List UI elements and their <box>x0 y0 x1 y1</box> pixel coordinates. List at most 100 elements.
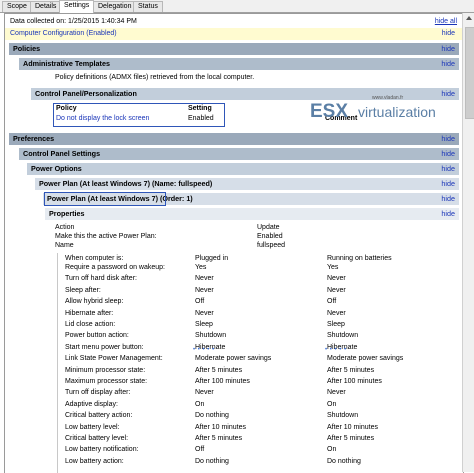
plugged-in-value: After 5 minutes <box>195 435 243 442</box>
policy-definitions-text: Policy definitions (ADMX files) retrieve… <box>55 74 255 81</box>
battery-value: Moderate power savings <box>327 355 404 363</box>
setting-label: Lid close action: <box>65 321 116 328</box>
preferences-hide-link[interactable]: hide <box>441 133 455 145</box>
plugged-in-value: Do nothing <box>195 412 229 420</box>
power-plan-order-highlight <box>44 192 166 206</box>
setting-label: Hibernate after: <box>65 309 114 317</box>
tab-details[interactable]: Details <box>30 1 62 12</box>
setting-label: Link State Power Management: <box>65 355 163 363</box>
lock-screen-policy-link[interactable]: Do not display the lock screen <box>56 115 149 122</box>
computer-config-title: Computer Configuration (Enabled) <box>10 30 117 37</box>
esx-virtualization-watermark: www.vladan.fr ESX virtualization <box>310 95 463 131</box>
power-plan-name-hide-link[interactable]: hide <box>441 178 455 190</box>
battery-value: Shutdown <box>327 412 359 420</box>
battery-value: Never <box>327 309 346 317</box>
plugged-in-value: Never <box>195 309 214 317</box>
setting-label: Allow hybrid sleep: <box>65 298 124 306</box>
power-options-header: Power Options hide <box>27 163 459 175</box>
power-options-title: Power Options <box>31 164 82 173</box>
settings-header-battery: Running on batteries <box>327 255 392 262</box>
policies-title: Policies <box>13 44 41 53</box>
policies-header: Policies hide <box>9 43 459 55</box>
tab-settings[interactable]: Settings <box>59 0 95 13</box>
battery-value: After 5 minutes <box>327 366 375 374</box>
battery-value: Never <box>327 286 346 294</box>
setting-label: Low battery notification: <box>65 446 139 454</box>
plugged-in-value: Shutdown <box>195 332 227 340</box>
setting-label: Adaptive display: <box>65 400 118 408</box>
setting-label: Critical battery action: <box>65 412 133 420</box>
watermark-virtualization: virtualization <box>358 104 436 120</box>
tab-status[interactable]: Status <box>133 1 163 12</box>
tab-bar: Scope Details Settings Delegation Status <box>0 0 474 13</box>
admin-templates-header: Administrative Templates hide <box>19 58 459 70</box>
battery-value: Yes <box>327 264 339 271</box>
power-plan-name-header: Power Plan (At least Windows 7) (Name: f… <box>35 178 459 190</box>
setting-label: Sleep after: <box>65 286 101 294</box>
prop-action-value: Update <box>257 224 280 231</box>
battery-value: After 5 minutes <box>327 435 375 442</box>
data-collected-text: Data collected on: 1/25/2015 1:40:34 PM <box>10 18 137 25</box>
cp-settings-hide-link[interactable]: hide <box>441 148 455 160</box>
battery-value: Do nothing <box>327 457 361 465</box>
power-plan-order-hide-link[interactable]: hide <box>441 193 455 205</box>
power-plan-name-title: Power Plan (At least Windows 7) (Name: f… <box>39 179 213 188</box>
vertical-scrollbar[interactable] <box>462 13 474 472</box>
plugged-in-value: After 5 minutes <box>195 366 243 374</box>
setting-label: Minimum processor state: <box>65 366 146 374</box>
battery-dots: • • • • • <box>325 347 347 353</box>
plugged-in-value: Sleep <box>195 321 213 328</box>
plugged-in-value: Moderate power savings <box>195 355 272 363</box>
plugged-in-value: After 100 minutes <box>195 378 250 385</box>
watermark-esx: ESX <box>310 101 349 122</box>
properties-header: Properties hide <box>45 208 459 220</box>
hide-all-link[interactable]: hide all <box>435 18 457 25</box>
battery-value: Never <box>327 275 346 283</box>
battery-value: After 10 minutes <box>327 423 378 431</box>
plugged-in-value: Off <box>195 446 205 454</box>
scroll-up-arrow-icon[interactable] <box>466 16 472 20</box>
setting-label: Maximum processor state: <box>65 378 148 385</box>
battery-value: Never <box>327 389 346 397</box>
prop-active-plan-value: Enabled <box>257 233 283 240</box>
battery-value: After 100 minutes <box>327 378 382 385</box>
setting-label: Start menu power button: <box>65 343 144 351</box>
plugged-in-value: On <box>195 400 205 408</box>
plugged-in-value: Never <box>195 389 214 397</box>
tab-scope[interactable]: Scope <box>2 1 32 12</box>
cp-settings-title: Control Panel Settings <box>23 149 101 158</box>
battery-value: On <box>327 400 337 408</box>
battery-value: On <box>327 446 337 454</box>
setting-column-header: Setting <box>188 105 212 112</box>
properties-hide-link[interactable]: hide <box>441 208 455 220</box>
setting-label: Low battery action: <box>65 457 124 465</box>
admin-templates-hide-link[interactable]: hide <box>441 58 455 70</box>
preferences-title: Preferences <box>13 134 55 143</box>
prop-name-value: fullspeed <box>257 242 286 249</box>
properties-title: Properties <box>49 209 85 218</box>
report-pane: Data collected on: 1/25/2015 1:40:34 PM … <box>4 13 464 473</box>
watermark-url: www.vladan.fr <box>372 95 404 101</box>
prop-name-label: Name <box>55 242 74 249</box>
admin-templates-title: Administrative Templates <box>23 59 110 68</box>
plugged-in-value: Do nothing <box>195 457 229 465</box>
lock-screen-policy-setting: Enabled <box>188 115 214 122</box>
prop-action-label: Action <box>55 224 75 231</box>
plugged-in-value: Never <box>195 275 214 283</box>
settings-header-plugged: Plugged in <box>195 255 229 262</box>
tab-delegation[interactable]: Delegation <box>93 1 137 12</box>
power-options-hide-link[interactable]: hide <box>441 163 455 175</box>
battery-value: Off <box>327 298 337 306</box>
plugged-in-value: After 10 minutes <box>195 423 246 431</box>
policy-column-header: Policy <box>56 105 77 112</box>
cp-settings-header: Control Panel Settings hide <box>19 148 459 160</box>
setting-label: Critical battery level: <box>65 435 129 442</box>
plugged-in-value: Yes <box>195 264 207 271</box>
scrollbar-thumb[interactable] <box>465 27 474 119</box>
prop-active-plan-label: Make this the active Power Plan: <box>55 233 157 240</box>
cp-personalization-title: Control Panel/Personalization <box>35 89 137 98</box>
setting-label: Power button action: <box>65 332 129 340</box>
setting-label: Turn off display after: <box>65 389 131 397</box>
policies-hide-link[interactable]: hide <box>441 43 455 55</box>
computer-config-hide-link[interactable]: hide <box>442 30 455 37</box>
